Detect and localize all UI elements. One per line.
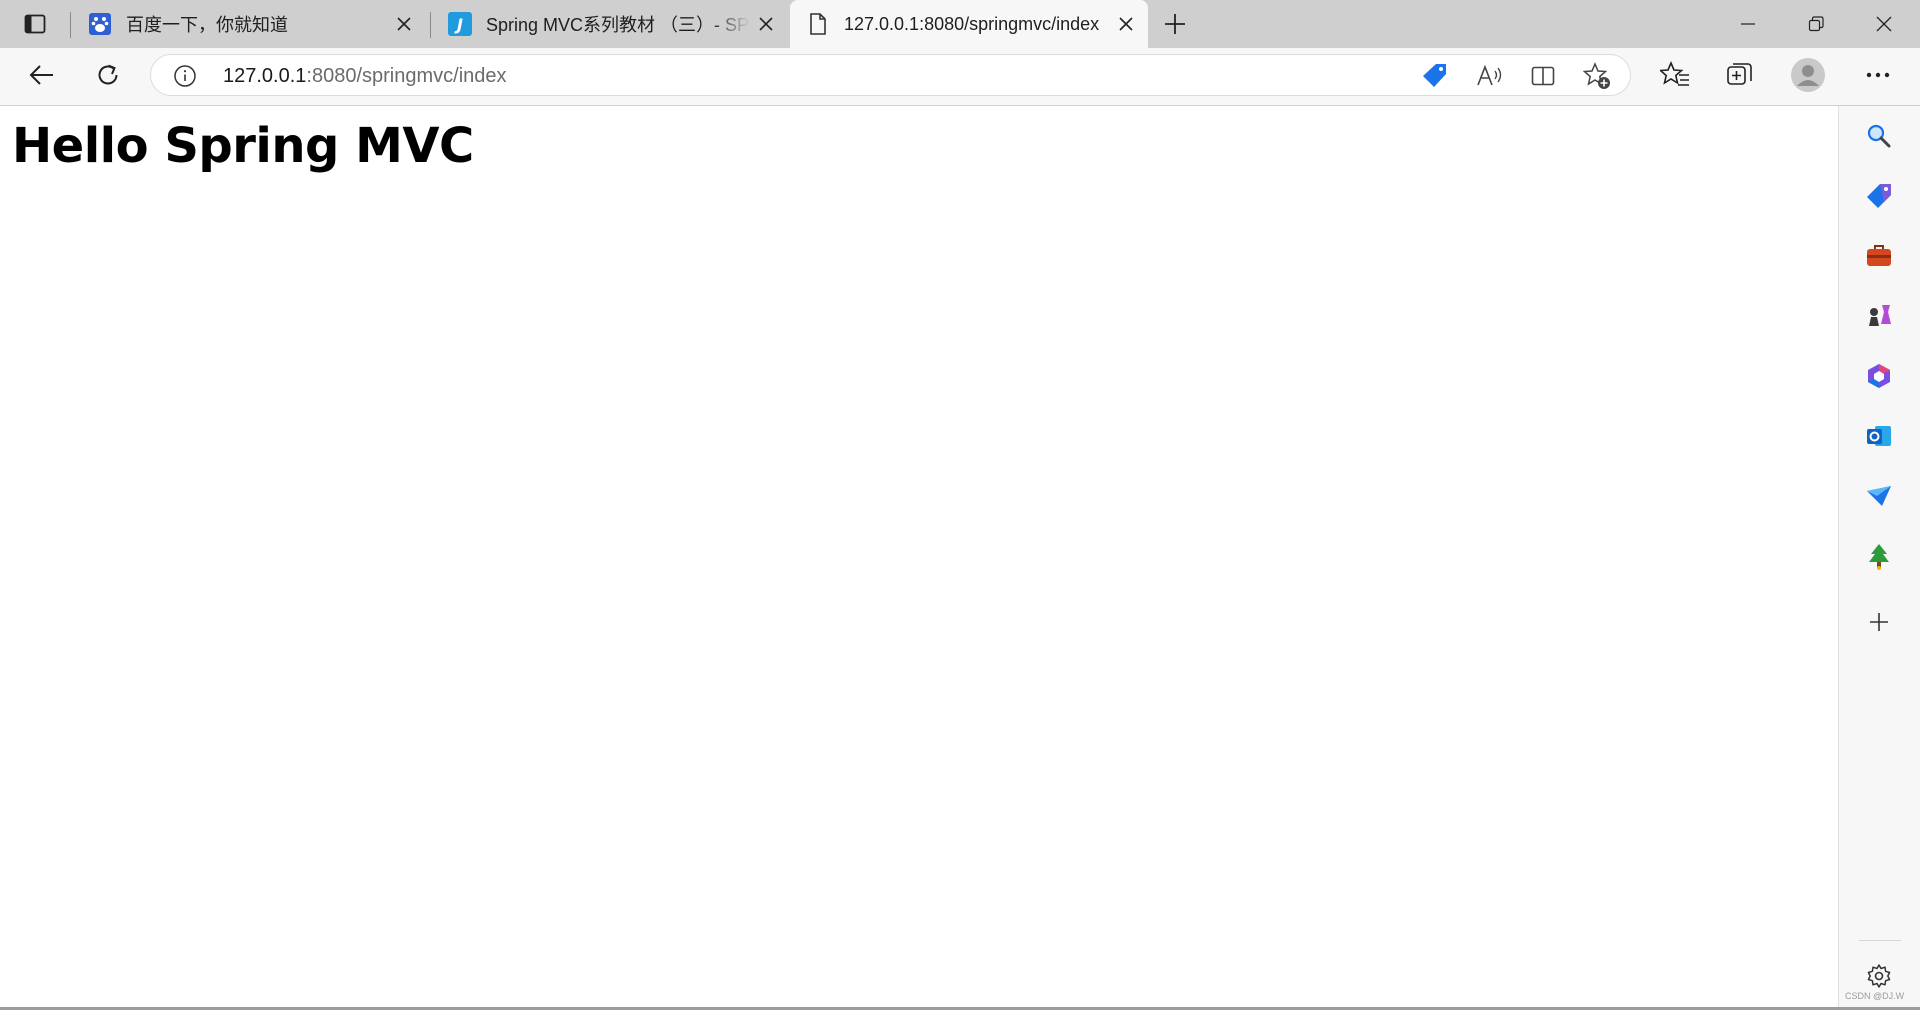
tools-briefcase-icon [1867, 245, 1891, 266]
favorites-button[interactable] [1655, 55, 1695, 95]
tree-icon [1869, 544, 1889, 570]
restore-button[interactable] [1782, 0, 1850, 48]
tab-title: Spring MVC系列教材 （三）- SPRING [486, 15, 750, 35]
sidebar-add-button[interactable] [1859, 602, 1899, 642]
shopping-tag-icon [1867, 184, 1891, 208]
tab-spring-mvc-tutorial[interactable]: J Spring MVC系列教材 （三）- SPRING [432, 0, 788, 48]
tab-title: 百度一下，你就知道 [126, 15, 288, 35]
read-aloud-button[interactable] [1473, 60, 1505, 92]
baidu-paw-icon [88, 12, 112, 36]
tab-strip: 百度一下，你就知道 J Spring MVC系列教材 （三）- SPRING 1… [0, 0, 1920, 48]
j-logo-icon: J [448, 12, 472, 36]
tab-close-button[interactable] [750, 8, 782, 40]
sidebar-office-button[interactable] [1859, 356, 1899, 396]
tab-title: 127.0.0.1:8080/springmvc/index [844, 13, 1100, 34]
tab-baidu[interactable]: 百度一下，你就知道 [72, 0, 426, 48]
tab-separator [430, 12, 431, 38]
add-favorite-icon [1582, 62, 1610, 89]
minimize-icon [1741, 23, 1755, 25]
url-text[interactable]: 127.0.0.1:8080/springmvc/index [223, 64, 507, 88]
add-favorite-button[interactable] [1581, 60, 1613, 92]
tab-separator [70, 12, 71, 38]
more-icon [1866, 72, 1890, 78]
refresh-icon [98, 64, 118, 85]
sidebar-tree-button[interactable] [1859, 536, 1899, 576]
profile-button[interactable] [1788, 55, 1828, 95]
page-viewport: Hello Spring MVC [0, 106, 1838, 1010]
sidebar-search-button[interactable] [1859, 116, 1899, 156]
search-icon [1867, 124, 1891, 148]
close-window-button[interactable] [1850, 0, 1918, 48]
settings-icon [1867, 964, 1891, 988]
games-icon [1869, 305, 1891, 326]
info-icon [174, 65, 196, 87]
collections-button[interactable] [1720, 55, 1760, 95]
tab-close-button[interactable] [1110, 8, 1142, 40]
close-icon [1876, 16, 1892, 32]
close-icon [759, 17, 773, 31]
new-tab-button[interactable] [1158, 8, 1192, 40]
read-aloud-icon [1477, 64, 1502, 86]
site-info-button[interactable] [173, 64, 197, 88]
url-path: :8080/springmvc/index [306, 65, 507, 87]
sidebar-divider [1859, 940, 1901, 941]
tab-actions-icon [24, 14, 46, 34]
add-icon [1870, 613, 1888, 631]
watermark-text: CSDN @DJ.W [1845, 991, 1905, 1001]
plus-icon [1165, 14, 1185, 34]
sidebar-games-button[interactable] [1859, 296, 1899, 336]
close-icon [1119, 17, 1133, 31]
tab-close-button[interactable] [388, 8, 420, 40]
more-button[interactable] [1858, 55, 1898, 95]
split-screen-icon [1531, 66, 1555, 86]
profile-avatar-icon [1791, 58, 1825, 92]
address-bar[interactable]: 127.0.0.1:8080/springmvc/index [150, 54, 1631, 96]
navigation-toolbar: 127.0.0.1:8080/springmvc/index [0, 48, 1920, 106]
sidebar-settings-button[interactable] [1859, 956, 1899, 996]
back-button[interactable] [22, 55, 62, 95]
coupon-tag-icon [1423, 64, 1446, 87]
close-icon [397, 17, 411, 31]
page-icon [806, 12, 830, 36]
tab-actions-button[interactable] [15, 9, 55, 39]
edge-sidebar: CSDN @DJ.W [1838, 106, 1920, 1010]
sidebar-tools-button[interactable] [1859, 236, 1899, 276]
favorites-icon [1660, 60, 1689, 86]
office-icon [1868, 364, 1890, 388]
back-icon [29, 65, 53, 85]
coupon-button[interactable] [1419, 60, 1451, 92]
restore-icon [1808, 16, 1824, 32]
sidebar-shopping-button[interactable] [1859, 176, 1899, 216]
tab-springmvc-index[interactable]: 127.0.0.1:8080/springmvc/index [790, 0, 1148, 48]
page-heading: Hello Spring MVC [12, 118, 474, 174]
minimize-button[interactable] [1714, 0, 1782, 48]
sidebar-drop-button[interactable] [1859, 476, 1899, 516]
outlook-icon [1867, 426, 1891, 446]
refresh-button[interactable] [88, 55, 128, 95]
sidebar-outlook-button[interactable] [1859, 416, 1899, 456]
collections-icon [1727, 63, 1752, 85]
split-screen-button[interactable] [1527, 60, 1559, 92]
url-host: 127.0.0.1 [223, 65, 307, 87]
drop-icon [1867, 486, 1891, 506]
